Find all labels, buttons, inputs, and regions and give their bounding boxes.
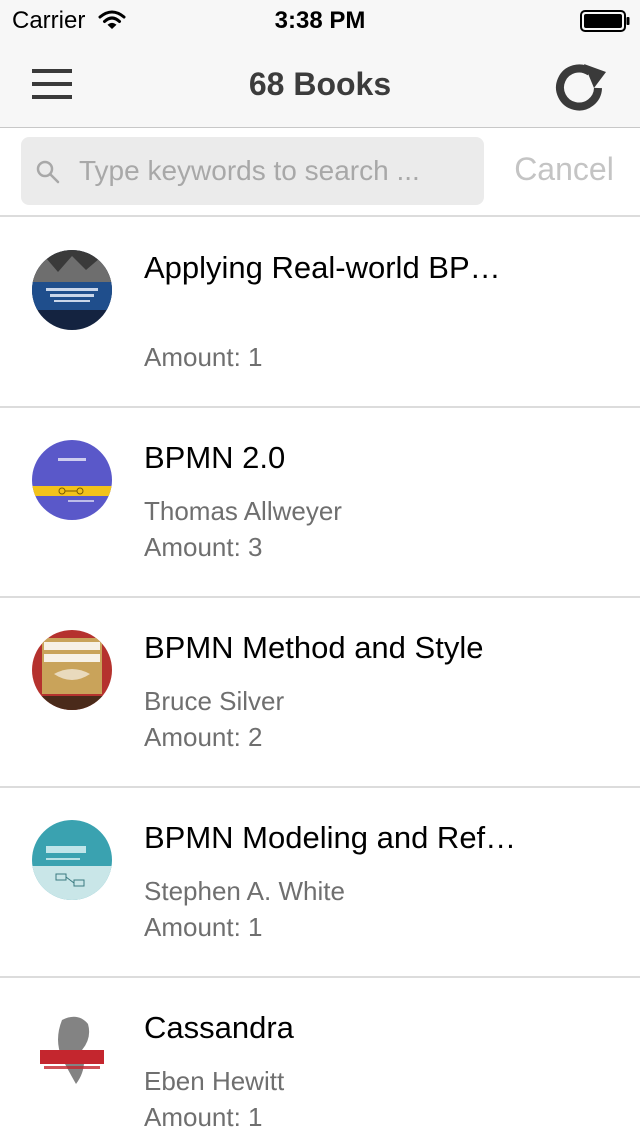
book-cover-image bbox=[32, 440, 112, 520]
search-field[interactable] bbox=[21, 137, 484, 205]
book-cover-image bbox=[32, 1010, 112, 1090]
book-row[interactable]: Applying Real-world BP… Amount: 1 bbox=[0, 218, 640, 408]
book-title: Applying Real-world BP… bbox=[144, 250, 501, 285]
status-bar: Carrier 3:38 PM bbox=[0, 0, 640, 40]
search-input[interactable] bbox=[79, 147, 474, 195]
book-title: BPMN 2.0 bbox=[144, 440, 286, 475]
cancel-button[interactable]: Cancel bbox=[504, 151, 624, 188]
book-list: Applying Real-world BP… Amount: 1 BPMN 2… bbox=[0, 218, 640, 1136]
status-time: 3:38 PM bbox=[274, 7, 366, 34]
search-bar: Cancel bbox=[0, 129, 640, 217]
book-title: Cassandra bbox=[144, 1010, 294, 1045]
book-row[interactable]: BPMN Method and Style Bruce Silver Amoun… bbox=[0, 598, 640, 788]
book-amount: Amount: 1 bbox=[144, 342, 263, 372]
refresh-button[interactable] bbox=[548, 58, 610, 112]
book-author: Eben Hewitt bbox=[144, 1066, 285, 1096]
page-title: 68 Books bbox=[248, 66, 392, 102]
battery-icon bbox=[580, 10, 630, 32]
book-amount: Amount: 3 bbox=[144, 532, 263, 562]
book-row[interactable]: BPMN Modeling and Ref… Stephen A. White … bbox=[0, 788, 640, 978]
book-cover-image bbox=[32, 820, 112, 900]
book-amount: Amount: 1 bbox=[144, 1102, 263, 1132]
book-author: Stephen A. White bbox=[144, 876, 345, 906]
book-author: Bruce Silver bbox=[144, 686, 285, 716]
book-title: BPMN Method and Style bbox=[144, 630, 484, 665]
top-bar: Carrier 3:38 PM 68 Books bbox=[0, 0, 640, 128]
book-amount: Amount: 1 bbox=[144, 912, 263, 942]
book-cover-image bbox=[32, 630, 112, 710]
book-title: BPMN Modeling and Ref… bbox=[144, 820, 517, 855]
book-row[interactable]: BPMN 2.0 Thomas Allweyer Amount: 3 bbox=[0, 408, 640, 598]
refresh-icon bbox=[556, 64, 606, 111]
book-row[interactable]: Cassandra Eben Hewitt Amount: 1 bbox=[0, 978, 640, 1136]
book-author: Thomas Allweyer bbox=[144, 496, 342, 526]
book-amount: Amount: 2 bbox=[144, 722, 263, 752]
search-icon bbox=[36, 160, 60, 184]
navigation-bar: 68 Books bbox=[0, 40, 640, 128]
book-cover-image bbox=[32, 250, 112, 330]
